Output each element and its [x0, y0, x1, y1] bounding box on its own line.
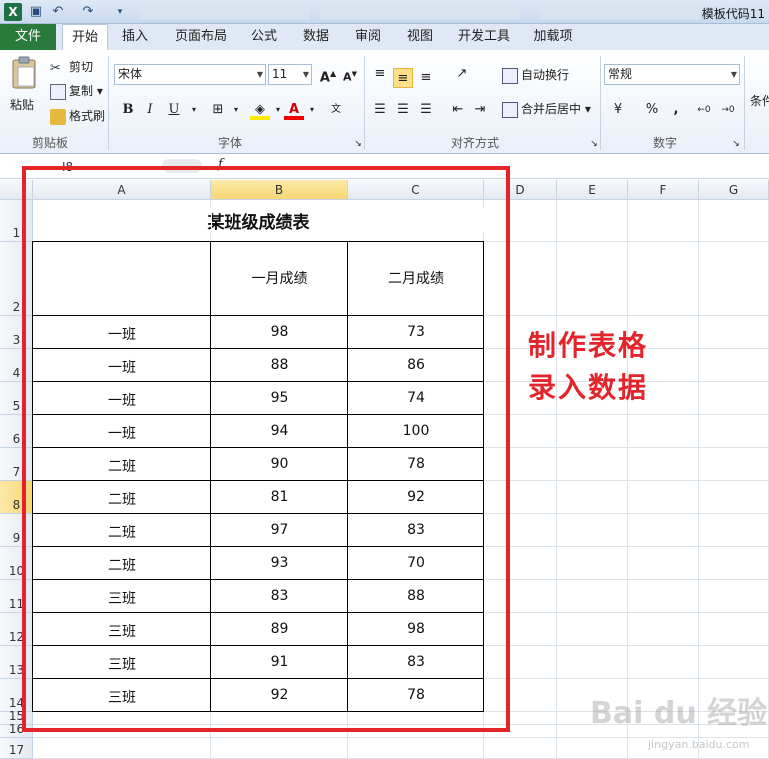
borders-dropdown-icon[interactable]: ▾: [226, 100, 246, 120]
chevron-down-icon: ▼: [256, 70, 263, 79]
italic-button[interactable]: I: [140, 100, 160, 120]
align-center-icon[interactable]: ☰: [393, 100, 413, 120]
tab-developer[interactable]: 开发工具: [452, 24, 516, 50]
baidu-watermark: Bai du 经验: [590, 696, 768, 731]
underline-dropdown-icon[interactable]: ▾: [184, 100, 204, 120]
group-divider: [744, 56, 745, 150]
alignment-dialog-launcher-icon[interactable]: ↘: [584, 134, 604, 154]
tab-home[interactable]: 开始: [62, 24, 108, 50]
number-dialog-launcher-icon[interactable]: ↘: [726, 134, 746, 154]
gridline: [556, 200, 557, 759]
grow-font-button[interactable]: A▲: [318, 64, 338, 85]
decrease-decimal-icon[interactable]: →0: [718, 100, 738, 120]
decrease-indent-icon[interactable]: ⇤: [448, 100, 468, 120]
wrap-text-button[interactable]: 自动换行: [502, 66, 569, 84]
underline-button[interactable]: U: [164, 100, 184, 120]
fill-color-icon[interactable]: ◈: [250, 100, 270, 120]
gridline: [627, 200, 628, 759]
blurred-window-tab: [320, 4, 520, 20]
align-bottom-icon[interactable]: ≡: [416, 68, 436, 88]
align-right-icon[interactable]: ☰: [416, 100, 436, 120]
increase-decimal-icon[interactable]: ←0: [694, 100, 714, 120]
save-icon[interactable]: ▣: [28, 4, 44, 20]
shrink-font-button[interactable]: A▼: [340, 64, 360, 84]
quick-access-dropdown-icon[interactable]: ▾: [112, 4, 128, 20]
currency-icon[interactable]: ¥: [608, 100, 628, 120]
scissors-icon: ✂: [50, 60, 61, 76]
font-group-label: 字体: [217, 136, 242, 150]
annotation-line-2: 录入数据: [528, 371, 649, 404]
wrap-text-icon: [502, 67, 518, 84]
increase-indent-icon[interactable]: ⇥: [470, 100, 490, 120]
ribbon-tab-row: 文件 开始 插入 页面布局 公式 数据 审阅 视图 开发工具 加载项: [0, 24, 769, 50]
tab-data[interactable]: 数据: [296, 24, 336, 50]
align-top-icon[interactable]: ≡: [370, 64, 390, 84]
column-header-f[interactable]: F: [628, 180, 699, 200]
font-dialog-launcher-icon[interactable]: ↘: [348, 134, 368, 154]
tab-view[interactable]: 视图: [400, 24, 440, 50]
blurred-window-tab: [540, 4, 700, 20]
borders-icon[interactable]: ⊞: [208, 100, 228, 120]
tab-page-layout[interactable]: 页面布局: [170, 24, 232, 50]
font-color-dropdown-icon[interactable]: ▾: [302, 100, 322, 120]
comma-button[interactable]: ,: [666, 100, 686, 120]
annotation-line-1: 制作表格: [528, 329, 649, 362]
align-middle-icon[interactable]: ≡: [393, 68, 413, 88]
excel-app-icon[interactable]: X: [4, 3, 22, 21]
highlight-annotation-box: [22, 166, 510, 732]
chevron-down-icon: ▼: [302, 70, 309, 79]
number-format-select[interactable]: 常规 ▼: [604, 64, 740, 85]
format-painter-button[interactable]: 格式刷: [50, 107, 105, 125]
redo-icon[interactable]: ↷: [80, 4, 96, 20]
alignment-group-label: 对齐方式: [450, 136, 499, 150]
tab-file[interactable]: 文件: [0, 24, 56, 50]
bold-button[interactable]: B: [118, 100, 138, 120]
number-group-label: 数字: [652, 136, 677, 150]
orientation-icon[interactable]: ↗: [452, 64, 472, 84]
font-size-select[interactable]: 11 ▼: [268, 64, 312, 85]
tab-addins[interactable]: 加载项: [526, 24, 580, 50]
tab-review[interactable]: 审阅: [348, 24, 388, 50]
cut-button[interactable]: ✂ 剪切: [50, 58, 93, 76]
merge-cells-icon: [502, 101, 518, 118]
row-header-17[interactable]: 17: [0, 738, 33, 759]
blurred-window-tab: [140, 4, 310, 20]
clipboard-group-label: 剪贴板: [31, 136, 68, 150]
paste-label: 粘贴: [10, 98, 35, 112]
group-divider: [364, 56, 365, 150]
tab-formulas[interactable]: 公式: [244, 24, 284, 50]
percent-button[interactable]: %: [642, 100, 662, 120]
undo-icon[interactable]: ↶: [50, 4, 66, 20]
brush-icon: [50, 108, 66, 125]
align-left-icon[interactable]: ☰: [370, 100, 390, 120]
merge-center-button[interactable]: 合并后居中 ▾: [502, 100, 591, 118]
phonetic-icon[interactable]: 文: [326, 100, 346, 120]
copy-icon: [50, 83, 66, 100]
copy-button[interactable]: 复制 ▾: [50, 82, 103, 100]
gridline: [698, 200, 699, 759]
tab-insert[interactable]: 插入: [114, 24, 156, 50]
column-header-g[interactable]: G: [699, 180, 769, 200]
title-bar: X ▣ ↶ ↷ ▾ 模板代码11: [0, 0, 769, 24]
font-color-button[interactable]: A: [284, 100, 304, 120]
group-divider: [108, 56, 109, 150]
paste-icon: [12, 56, 36, 89]
font-name-select[interactable]: 宋体 ▼: [114, 64, 266, 85]
row-number: 17: [8, 743, 25, 757]
chevron-down-icon: ▼: [730, 70, 737, 79]
ribbon: 粘贴 ✂ 剪切 复制 ▾ 格式刷 剪贴板 宋体 ▼ 11 ▼ A▲ A▼ B I U …: [0, 50, 769, 154]
baidu-watermark-url: jingyan.baidu.com: [648, 738, 750, 751]
column-header-e[interactable]: E: [557, 180, 628, 200]
group-divider: [600, 56, 601, 150]
conditional-format-button[interactable]: 条件: [750, 92, 769, 110]
window-title: 模板代码11: [701, 7, 765, 21]
paste-button[interactable]: 粘贴: [6, 56, 42, 116]
